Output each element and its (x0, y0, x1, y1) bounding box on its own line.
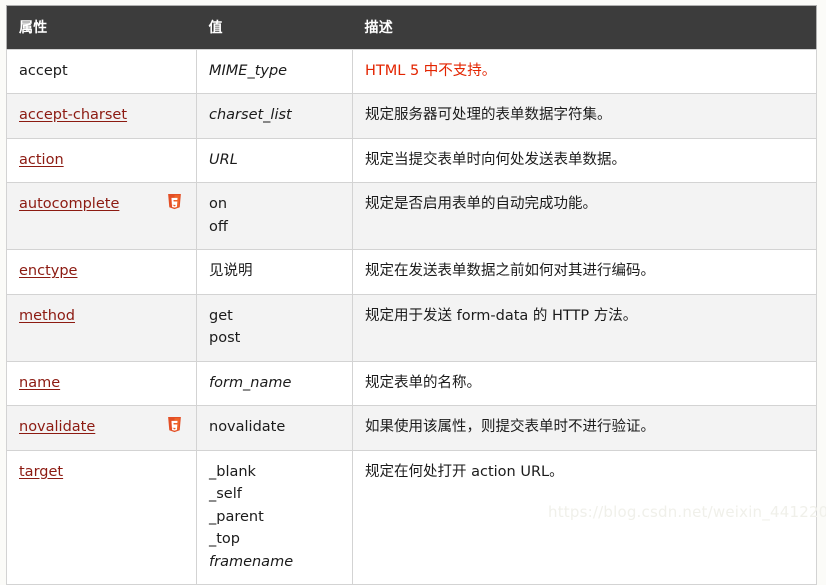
attribute-cell: novalidate (6, 405, 197, 451)
attribute-cell: name (6, 360, 197, 407)
value-item: get (209, 307, 233, 324)
description-cell: 规定当提交表单时向何处发送表单数据。 (352, 137, 817, 184)
attribute-link-novalidate[interactable]: novalidate (19, 416, 95, 438)
attribute-link-target[interactable]: target (19, 461, 63, 483)
attribute-link-method[interactable]: method (19, 305, 75, 327)
description-cell: HTML 5 中不支持。 (352, 48, 817, 95)
attribute-cell: action (6, 137, 197, 184)
value-item: on (209, 196, 228, 213)
value-item: 见说明 (209, 263, 253, 280)
attribute-cell-content: novalidate (19, 416, 184, 438)
table-row: novalidate novalidate 如果使用该属性，则提交表单时不进行验证。 (6, 405, 817, 451)
value-cell: _blank _self _parent _top framename (196, 449, 353, 585)
attribute-cell-content: accept-charset (19, 104, 184, 126)
attribute-cell-content: accept (19, 60, 184, 82)
value-item: framename (209, 553, 294, 570)
value-item: MIME_type (209, 63, 288, 79)
attribute-cell-content: enctype (19, 260, 184, 282)
attribute-link-enctype[interactable]: enctype (19, 260, 77, 282)
description-text: 规定用于发送 form-data 的 HTTP 方法。 (365, 307, 638, 324)
description-cell: 规定服务器可处理的表单数据字符集。 (352, 93, 817, 139)
value-item: _blank (209, 463, 256, 480)
value-cell: MIME_type (196, 48, 353, 95)
value-item: post (209, 330, 241, 347)
table-row: enctype 见说明 规定在发送表单数据之前如何对其进行编码。 (6, 249, 817, 295)
value-item: form_name (209, 374, 292, 391)
attribute-cell: accept-charset (6, 93, 197, 139)
table-header-row: 属性 值 描述 (6, 5, 817, 50)
value-cell: novalidate (196, 405, 353, 451)
value-item: URL (209, 151, 238, 168)
column-header-description: 描述 (352, 5, 817, 50)
attribute-cell: method (6, 293, 197, 362)
table-row: autocomplete on off 规定是否启用表单的自动完成功能。 (6, 182, 817, 251)
description-text: 如果使用该属性，则提交表单时不进行验证。 (365, 419, 655, 436)
html5-badge-icon (167, 194, 182, 211)
attribute-cell-content: name (19, 372, 184, 394)
description-cell: 规定表单的名称。 (352, 360, 817, 407)
column-header-value: 值 (196, 5, 353, 50)
value-item: _top (209, 531, 241, 548)
description-text: 规定当提交表单时向何处发送表单数据。 (365, 151, 626, 168)
value-cell: get post (196, 293, 353, 362)
html5-badge-icon (167, 417, 182, 434)
description-text: 规定表单的名称。 (365, 374, 481, 391)
attribute-link-accept-charset[interactable]: accept-charset (19, 104, 127, 126)
attribute-cell: autocomplete (6, 182, 197, 251)
value-cell: on off (196, 182, 353, 251)
description-cell: 规定在发送表单数据之前如何对其进行编码。 (352, 249, 817, 295)
attribute-link-name[interactable]: name (19, 372, 60, 394)
table-body: accept MIME_type HTML 5 中不支持。 accept-charse… (6, 48, 817, 585)
description-cell: 规定用于发送 form-data 的 HTTP 方法。 (352, 293, 817, 362)
value-cell: 见说明 (196, 249, 353, 295)
table-row: accept MIME_type HTML 5 中不支持。 (6, 48, 817, 95)
table-row: target _blank _self _parent _top framename 规定在… (6, 449, 817, 585)
page-background: 属性 值 描述 accept MIME_type HTML 5 中不支持。 accep… (0, 0, 826, 585)
table-row: method get post 规定用于发送 form-data 的 HTTP 方法。 (6, 293, 817, 362)
description-cell: 规定在何处打开 action URL。 (352, 449, 817, 585)
form-attributes-table: 属性 值 描述 accept MIME_type HTML 5 中不支持。 accep… (6, 5, 817, 585)
attribute-cell-content: autocomplete (19, 193, 184, 215)
description-text: HTML 5 中不支持。 (365, 63, 497, 79)
description-text: 规定在发送表单数据之前如何对其进行编码。 (365, 263, 655, 280)
attribute-cell-content: target (19, 461, 184, 483)
description-cell: 如果使用该属性，则提交表单时不进行验证。 (352, 405, 817, 451)
description-text: 规定服务器可处理的表单数据字符集。 (365, 107, 612, 124)
column-header-attribute: 属性 (6, 5, 197, 50)
table-row: action URL 规定当提交表单时向何处发送表单数据。 (6, 137, 817, 184)
attribute-cell: target (6, 449, 197, 585)
value-item: _self (209, 486, 242, 503)
value-item: novalidate (209, 419, 286, 436)
attribute-label-accept: accept (19, 63, 68, 79)
attribute-cell: enctype (6, 249, 197, 295)
attribute-cell: accept (6, 48, 197, 95)
value-cell: URL (196, 137, 353, 184)
description-cell: 规定是否启用表单的自动完成功能。 (352, 182, 817, 251)
attribute-link-autocomplete[interactable]: autocomplete (19, 193, 119, 215)
attribute-link-action[interactable]: action (19, 149, 64, 171)
attribute-cell-content: action (19, 149, 184, 171)
value-cell: charset_list (196, 93, 353, 139)
table-row: name form_name 规定表单的名称。 (6, 360, 817, 407)
value-item: charset_list (209, 107, 292, 124)
value-item: _parent (209, 508, 264, 525)
table-row: accept-charset charset_list 规定服务器可处理的表单数据字… (6, 93, 817, 139)
description-text: 规定在何处打开 action URL。 (365, 463, 564, 480)
description-text: 规定是否启用表单的自动完成功能。 (365, 196, 597, 213)
table-header: 属性 值 描述 (6, 5, 817, 50)
value-cell: form_name (196, 360, 353, 407)
value-item: off (209, 218, 228, 235)
attribute-cell-content: method (19, 305, 184, 327)
